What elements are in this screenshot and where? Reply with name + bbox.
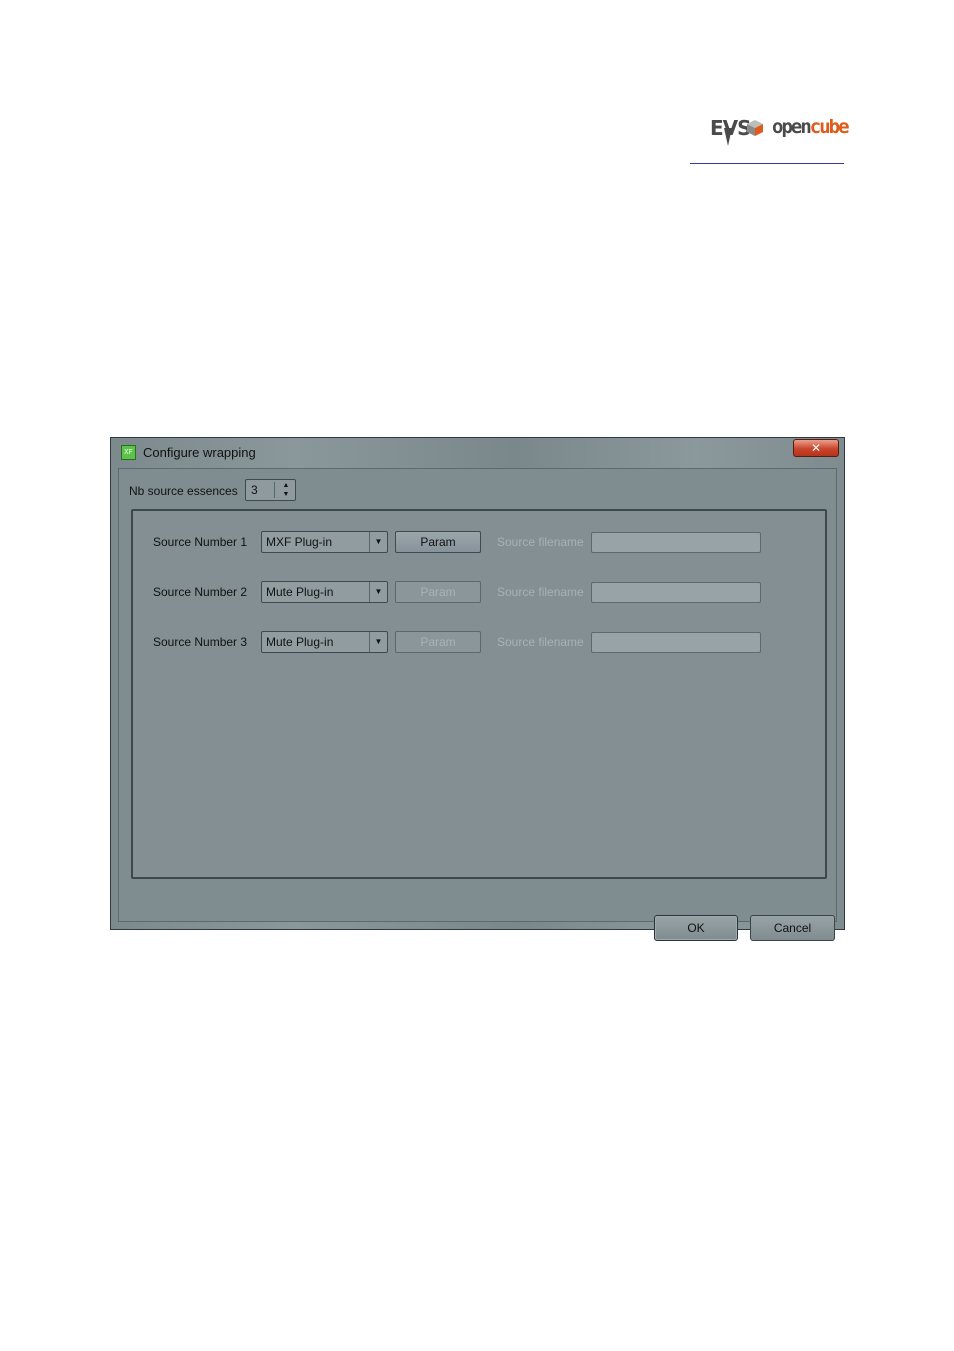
logo-text-accent: cube xyxy=(809,116,850,138)
plugin-select-value: Mute Plug-in xyxy=(266,635,334,649)
plugin-select-3[interactable]: Mute Plug-in ▼ xyxy=(261,631,388,653)
source-row-1: Source Number 1 MXF Plug-in ▼ Param Sour… xyxy=(133,531,825,553)
window-title: Configure wrapping xyxy=(143,445,256,460)
plugin-select-value: MXF Plug-in xyxy=(266,535,333,549)
close-icon: ✕ xyxy=(810,441,822,455)
header-rule xyxy=(690,163,844,164)
plugin-select-1[interactable]: MXF Plug-in ▼ xyxy=(261,531,388,553)
nb-source-essences-value[interactable]: 3 xyxy=(249,482,275,498)
plugin-select-value: Mute Plug-in xyxy=(266,585,334,599)
close-button[interactable]: ✕ xyxy=(793,439,839,457)
spin-down-icon[interactable]: ▼ xyxy=(280,490,292,499)
app-icon: XF xyxy=(121,445,136,460)
cube-icon xyxy=(747,120,763,136)
plugin-select-2[interactable]: Mute Plug-in ▼ xyxy=(261,581,388,603)
source-filename-label: Source filename xyxy=(497,585,584,599)
spin-up-icon[interactable]: ▲ xyxy=(280,481,292,490)
nb-source-essences-spinbox[interactable]: 3 ▲ ▼ xyxy=(245,479,296,501)
source-row-2: Source Number 2 Mute Plug-in ▼ Param Sou… xyxy=(133,581,825,603)
logo-text-main: open xyxy=(772,116,812,138)
chevron-down-icon[interactable]: ▼ xyxy=(369,632,387,652)
source-filename-input-2[interactable] xyxy=(591,582,761,603)
source-number-label: Source Number 1 xyxy=(153,535,248,549)
title-bar[interactable]: XF Configure wrapping ✕ xyxy=(111,438,844,468)
cancel-button[interactable]: Cancel xyxy=(750,915,835,941)
evs-opencube-logo: EVS opencube xyxy=(706,110,850,156)
sources-group-box: Source Number 1 MXF Plug-in ▼ Param Sour… xyxy=(131,509,827,879)
param-button-3[interactable]: Param xyxy=(395,631,481,653)
param-button-1[interactable]: Param xyxy=(395,531,481,553)
source-row-3: Source Number 3 Mute Plug-in ▼ Param Sou… xyxy=(133,631,825,653)
chevron-down-icon[interactable]: ▼ xyxy=(369,582,387,602)
nb-source-essences-label: Nb source essences xyxy=(129,484,238,498)
logo-opencube-text: opencube xyxy=(772,116,850,138)
logo-v-mark xyxy=(724,128,732,146)
source-number-label: Source Number 3 xyxy=(153,635,248,649)
source-filename-label: Source filename xyxy=(497,535,584,549)
source-filename-input-1[interactable] xyxy=(591,532,761,553)
source-filename-label: Source filename xyxy=(497,635,584,649)
param-button-2[interactable]: Param xyxy=(395,581,481,603)
source-filename-input-3[interactable] xyxy=(591,632,761,653)
configure-wrapping-dialog: XF Configure wrapping ✕ Nb source essenc… xyxy=(110,437,845,941)
ok-button[interactable]: OK xyxy=(654,915,738,941)
dialog-client-area: Nb source essences 3 ▲ ▼ Source Number 1… xyxy=(118,468,837,941)
chevron-down-icon[interactable]: ▼ xyxy=(369,532,387,552)
source-number-label: Source Number 2 xyxy=(153,585,248,599)
